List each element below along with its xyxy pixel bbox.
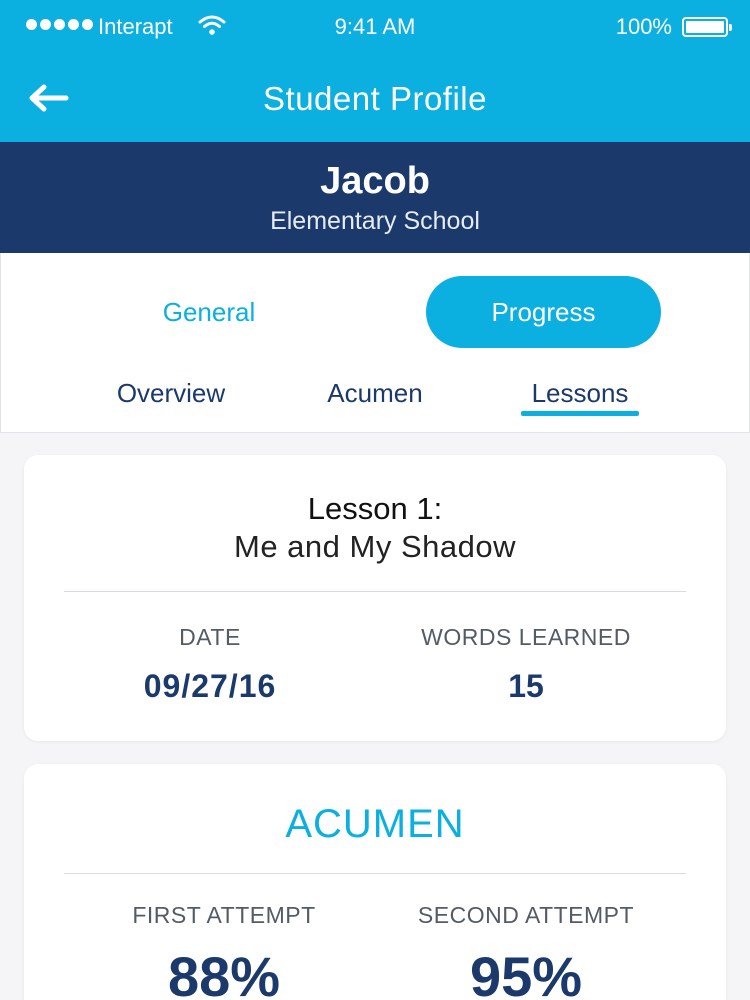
lesson-number: Lesson 1: [307,491,443,526]
first-attempt-label: FIRST ATTEMPT [132,902,316,928]
words-learned-value: 15 [508,668,544,704]
tab-progress[interactable]: Progress [426,276,661,348]
status-bar: Interapt 9:41 AM 100% [0,0,750,52]
divider [64,873,686,874]
student-header: Jacob Elementary School [0,142,750,253]
first-attempt-value: 88% [167,945,281,1000]
subtab-acumen[interactable]: Acumen [301,378,449,409]
subtab-overview[interactable]: Overview [96,378,246,409]
words-learned-label: WORDS LEARNED [421,624,631,650]
top-bar: Interapt 9:41 AM 100% Student Profile [0,0,750,142]
acumen-card[interactable]: ACUMEN FIRST ATTEMPT SECOND ATTEMPT 88% … [24,764,726,1000]
second-attempt-label: SECOND ATTEMPT [417,902,635,928]
profile-tabs: General Progress Overview Acumen Lessons [0,253,750,433]
acumen-title: ACUMEN [285,802,465,846]
second-attempt-value: 95% [469,945,583,1000]
date-label: DATE [179,624,241,650]
student-school: Elementary School [270,207,480,235]
student-name: Jacob [320,160,430,202]
page-title: Student Profile [263,80,487,117]
tab-general[interactable]: General [111,276,307,348]
subtab-lessons[interactable]: Lessons [521,378,639,409]
battery-percentage: 100% [615,14,672,39]
active-subtab-indicator [521,411,639,416]
divider [64,591,686,592]
lesson-title: Me and My Shadow [234,529,516,564]
date-value: 09/27/16 [143,668,277,704]
battery-icon [682,17,732,37]
lesson-card[interactable]: Lesson 1: Me and My Shadow DATE WORDS LE… [24,455,726,741]
